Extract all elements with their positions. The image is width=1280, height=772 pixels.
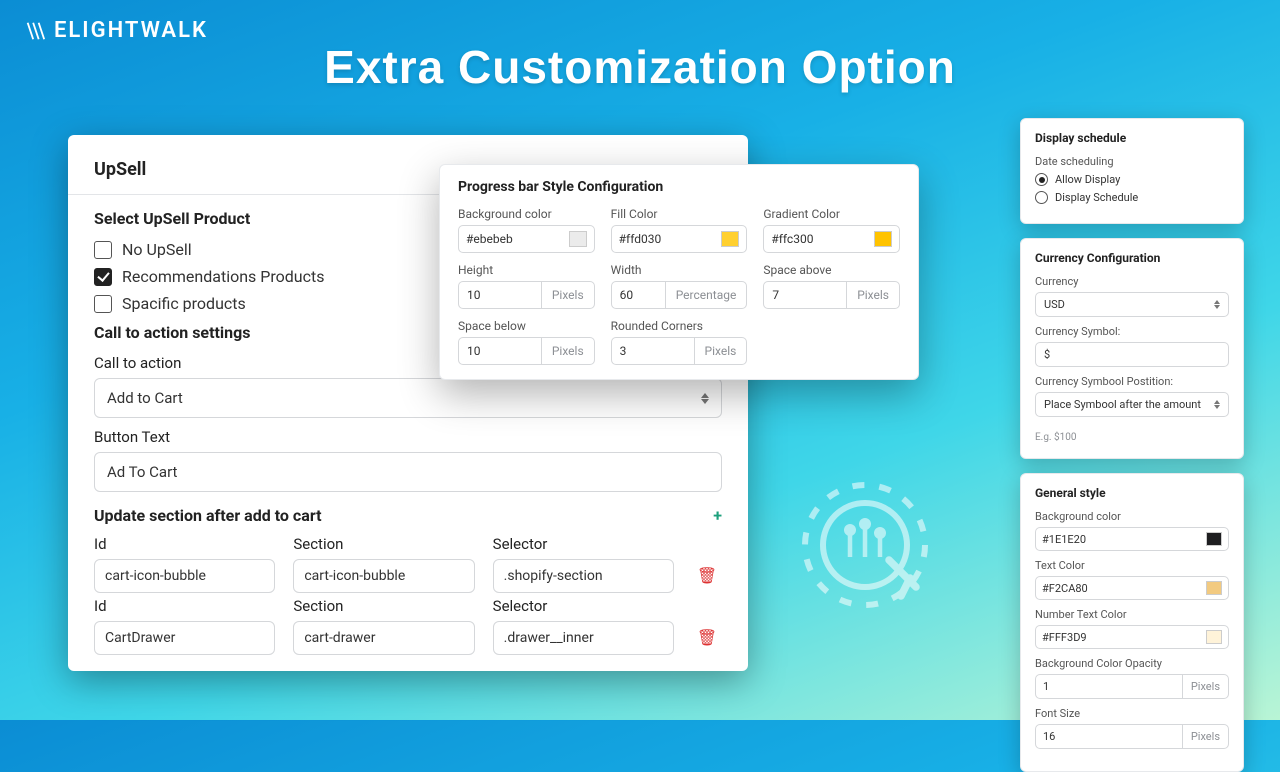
pb-grad-input[interactable]: #ffc300 (763, 225, 900, 253)
pb-space-below-label: Space below (458, 319, 595, 333)
color-swatch-icon (1206, 630, 1222, 644)
checkbox-icon (94, 268, 112, 286)
gen-number-label: Number Text Color (1035, 608, 1229, 621)
pb-space-above-label: Space above (763, 263, 900, 277)
brand-logo-icon (24, 20, 46, 42)
color-swatch-icon (1206, 581, 1222, 595)
currency-title: Currency Configuration (1035, 251, 1229, 265)
col-id-label: Id (94, 597, 275, 615)
gen-text-label: Text Color (1035, 559, 1229, 572)
upsell-option-label: Recommendations Products (122, 267, 324, 286)
pb-fill-input[interactable]: #ffd030 (611, 225, 748, 253)
cta-select[interactable]: Add to Cart (94, 378, 722, 418)
add-row-button[interactable]: + (713, 506, 722, 525)
row1-section-input[interactable]: cart-icon-bubble (293, 559, 474, 593)
allow-display-radio[interactable]: Allow Display (1035, 173, 1229, 186)
schedule-title: Display schedule (1035, 131, 1229, 145)
pb-width-label: Width (611, 263, 748, 277)
radio-icon (1035, 191, 1048, 204)
select-stepper-icon (1214, 400, 1220, 409)
button-text-value: Ad To Cart (107, 463, 177, 481)
pb-grad-label: Gradient Color (763, 207, 900, 221)
display-schedule-card: Display schedule Date scheduling Allow D… (1020, 118, 1244, 224)
col-section-label: Section (293, 597, 474, 615)
pb-fill-label: Fill Color (611, 207, 748, 221)
brand-name: ELIGHTWALK (54, 18, 208, 43)
color-swatch-icon (569, 231, 587, 247)
pb-width-input[interactable]: 60Percentage (611, 281, 748, 309)
gen-font-size-label: Font Size (1035, 707, 1229, 720)
trash-icon: 🗑 (697, 566, 717, 585)
col-id-label: Id (94, 535, 275, 553)
schedule-date-label: Date scheduling (1035, 155, 1229, 168)
col-section-label: Section (293, 535, 474, 553)
currency-symbol-label: Currency Symbol: (1035, 325, 1229, 338)
general-style-title: General style (1035, 486, 1229, 500)
radio-icon (1035, 173, 1048, 186)
page-title: Extra Customization Option (324, 40, 956, 94)
gen-text-input[interactable]: #F2CA80 (1035, 576, 1229, 600)
checkbox-icon (94, 241, 112, 259)
row1-delete-button[interactable]: 🗑 (692, 566, 722, 593)
cta-select-value: Add to Cart (107, 389, 183, 407)
color-swatch-icon (874, 231, 892, 247)
pb-height-input[interactable]: 10Pixels (458, 281, 595, 309)
currency-symbol-input[interactable]: $ (1035, 342, 1229, 367)
right-rail: Display schedule Date scheduling Allow D… (1020, 118, 1244, 772)
upsell-option-label: No UpSell (122, 240, 192, 259)
pb-title: Progress bar Style Configuration (458, 179, 900, 195)
pb-space-below-input[interactable]: 10Pixels (458, 337, 595, 365)
pb-space-above-input[interactable]: 7Pixels (763, 281, 900, 309)
color-swatch-icon (1206, 532, 1222, 546)
trash-icon: 🗑 (697, 628, 717, 647)
gen-opacity-label: Background Color Opacity (1035, 657, 1229, 670)
currency-hint: E.g. $100 (1035, 432, 1077, 443)
color-swatch-icon (721, 231, 739, 247)
col-selector-label: Selector (493, 597, 674, 615)
col-selector-label: Selector (493, 535, 674, 553)
row2-delete-button[interactable]: 🗑 (692, 628, 722, 655)
gen-font-size-input[interactable]: 16Pixels (1035, 724, 1229, 749)
gen-number-input[interactable]: #FFF3D9 (1035, 625, 1229, 649)
pb-rounded-label: Rounded Corners (611, 319, 748, 333)
row2-id-input[interactable]: CartDrawer (94, 621, 275, 655)
row1-id-input[interactable]: cart-icon-bubble (94, 559, 275, 593)
row2-selector-input[interactable]: .drawer__inner (493, 621, 674, 655)
currency-label: Currency (1035, 275, 1229, 288)
button-text-label: Button Text (94, 428, 722, 446)
select-stepper-icon (1214, 300, 1220, 309)
row1-selector-input[interactable]: .shopify-section (493, 559, 674, 593)
select-stepper-icon (701, 393, 709, 404)
pb-rounded-input[interactable]: 3Pixels (611, 337, 748, 365)
upsell-option-label: Spacific products (122, 294, 246, 313)
gen-bg-input[interactable]: #1E1E20 (1035, 527, 1229, 551)
checkbox-icon (94, 295, 112, 313)
update-rows-grid: Id cart-icon-bubble Section cart-icon-bu… (94, 531, 722, 655)
general-style-card: General style Background color #1E1E20 T… (1020, 473, 1244, 772)
currency-select[interactable]: USD (1035, 292, 1229, 317)
pb-bg-input[interactable]: #ebebeb (458, 225, 595, 253)
brand-logo: ELIGHTWALK (24, 18, 208, 43)
currency-position-select[interactable]: Place Symbool after the amount (1035, 392, 1229, 417)
row2-section-input[interactable]: cart-drawer (293, 621, 474, 655)
gear-decoration-icon (790, 470, 940, 620)
update-section-title: Update section after add to cart (94, 506, 321, 525)
pb-bg-label: Background color (458, 207, 595, 221)
button-text-input[interactable]: Ad To Cart (94, 452, 722, 492)
gen-bg-label: Background color (1035, 510, 1229, 523)
currency-config-card: Currency Configuration Currency USD Curr… (1020, 238, 1244, 459)
currency-position-label: Currency Symbool Postition: (1035, 375, 1229, 388)
progress-bar-style-card: Progress bar Style Configuration Backgro… (439, 164, 919, 380)
display-schedule-radio[interactable]: Display Schedule (1035, 191, 1229, 204)
gen-opacity-input[interactable]: 1Pixels (1035, 674, 1229, 699)
pb-height-label: Height (458, 263, 595, 277)
